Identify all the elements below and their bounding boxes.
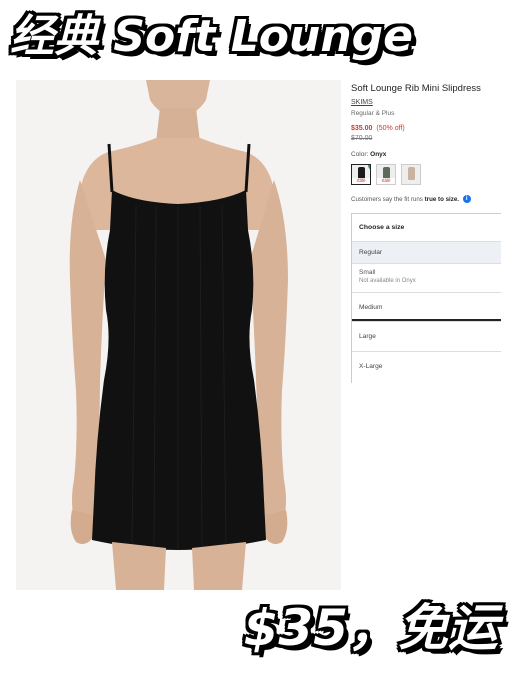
price-overlay: $35，免运	[243, 599, 498, 657]
size-option-regular[interactable]: Regular	[352, 241, 501, 263]
fit-note-value: true to size.	[424, 196, 459, 203]
info-icon[interactable]: i	[462, 195, 471, 204]
discount-badge: (50% off)	[376, 125, 405, 132]
size-option-large[interactable]: Large	[352, 321, 501, 351]
swatch-onyx[interactable]: Sale ✓	[351, 164, 371, 185]
size-unavailable-note: Not available in Onyx	[359, 278, 416, 284]
check-icon: ✓	[368, 165, 370, 170]
sale-tag: Sale	[352, 178, 370, 184]
product-title: Soft Lounge Rib Mini Slipdress	[351, 83, 481, 94]
swatch-beige[interactable]	[401, 164, 421, 185]
swatch-green[interactable]: Sale	[376, 164, 396, 185]
fit-note: Customers say the fit runs true to size.…	[351, 195, 501, 205]
price-row: $35.00 (50% off)	[351, 124, 501, 134]
variant-type: Regular & Plus	[351, 110, 395, 117]
size-dropdown[interactable]: Choose a size Regular Small Not availabl…	[351, 213, 501, 383]
swatch-dress-icon	[408, 167, 415, 180]
color-value: Onyx	[370, 151, 387, 158]
product-image	[16, 80, 341, 590]
size-option-small[interactable]: Small Not available in Onyx	[352, 263, 501, 292]
fit-note-prefix: Customers say the fit runs	[351, 196, 423, 203]
brand-link[interactable]: SKIMS	[351, 98, 501, 108]
sale-tag: Sale	[377, 178, 395, 184]
sale-price: $35.00	[351, 125, 373, 132]
size-dropdown-header[interactable]: Choose a size	[352, 214, 501, 241]
color-label-row: Color: Onyx	[351, 150, 501, 160]
size-option-medium[interactable]: Medium	[352, 292, 501, 321]
original-price: $70.00	[351, 135, 373, 142]
size-option-xlarge[interactable]: X-Large	[352, 351, 501, 380]
color-swatches: Sale ✓ Sale	[351, 164, 501, 185]
size-option-small-label: Small	[359, 269, 376, 276]
product-info-panel: Soft Lounge Rib Mini Slipdress SKIMS Reg…	[351, 82, 501, 205]
headline-overlay: 经典 Soft Lounge	[10, 11, 413, 62]
color-label: Color:	[351, 151, 369, 158]
